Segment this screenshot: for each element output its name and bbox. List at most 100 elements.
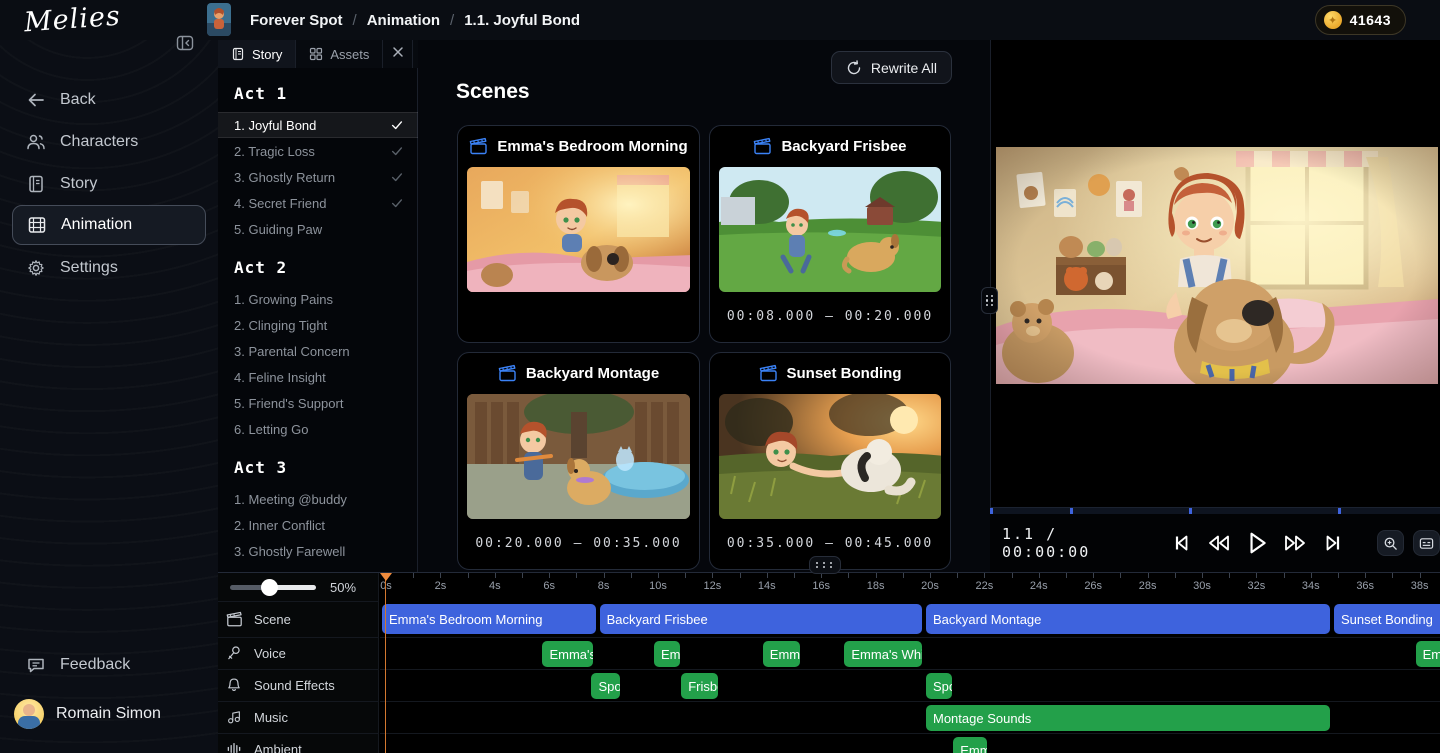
story-scene-item[interactable]: 4. Secret Friend: [218, 190, 418, 216]
timeline-clip-sound-effects[interactable]: Frisbe: [681, 673, 718, 699]
story-scene-item[interactable]: 5. Friend's Support: [218, 390, 418, 416]
story-scene-label: 4. New Beginning: [234, 570, 336, 573]
act-header: Act 1: [218, 68, 418, 112]
timeline-clip-music[interactable]: Montage Sounds: [926, 705, 1330, 731]
story-scene-item[interactable]: 3. Ghostly Farewell: [218, 538, 418, 564]
breadcrumb-scene[interactable]: 1.1. Joyful Bond: [464, 12, 580, 29]
scene-card-backyard-montage[interactable]: Backyard Montage: [457, 352, 700, 570]
story-scene-item[interactable]: 2. Inner Conflict: [218, 512, 418, 538]
timeline-clip-sound-effects[interactable]: Spo: [591, 673, 620, 699]
tab-assets[interactable]: Assets: [296, 40, 383, 68]
user-menu[interactable]: Romain Simon: [14, 692, 208, 736]
story-scene-item[interactable]: 5. Guiding Paw: [218, 216, 418, 242]
tab-story[interactable]: Story: [218, 40, 296, 68]
story-scene-item[interactable]: 4. Feline Insight: [218, 364, 418, 390]
story-scene-item[interactable]: 6. Letting Go: [218, 416, 418, 442]
timeline-track-labels: 50% Scene Voice Sound Effects Mu: [218, 573, 379, 753]
timeline-clip-scene[interactable]: Backyard Montage: [926, 604, 1330, 634]
gear-icon: [26, 258, 46, 278]
rewrite-icon: [846, 60, 862, 76]
timeline-clip-scene[interactable]: Sunset Bonding: [1334, 604, 1440, 634]
sidebar-item-label: Feedback: [60, 656, 130, 674]
story-scene-item[interactable]: 2. Clinging Tight: [218, 312, 418, 338]
story-scene-item[interactable]: 4. New Beginning: [218, 564, 418, 572]
fast-forward-button[interactable]: [1281, 529, 1309, 557]
ruler-tick: [767, 573, 768, 578]
breadcrumb-section[interactable]: Animation: [367, 12, 440, 29]
ruler-tick: [794, 573, 795, 578]
panel-resize-handle-vertical[interactable]: [981, 287, 998, 314]
ruler-tick-label: 26s: [1076, 580, 1110, 592]
coin-icon: ✦: [1324, 11, 1342, 29]
panel-resize-handle-horizontal[interactable]: [809, 556, 841, 574]
story-scene-label: 2. Clinging Tight: [234, 318, 327, 333]
clapperboard-icon: [759, 364, 778, 383]
sidebar-item-characters[interactable]: Characters: [12, 122, 206, 162]
story-scene-label: 3. Ghostly Farewell: [234, 544, 345, 559]
timecode-display: 1.1 / 00:00:00: [1002, 525, 1141, 561]
ruler-tick: [549, 573, 550, 578]
story-scene-item[interactable]: 1. Growing Pains: [218, 286, 418, 312]
credits-badge[interactable]: ✦ 41643: [1315, 5, 1406, 35]
story-scene-item[interactable]: 1. Meeting @buddy: [218, 486, 418, 512]
story-scene-item[interactable]: 2. Tragic Loss: [218, 138, 418, 164]
ruler-tick: [576, 573, 577, 578]
app-logo[interactable]: Melies: [23, 1, 122, 39]
breadcrumb-project[interactable]: Forever Spot: [250, 12, 343, 29]
rewrite-all-label: Rewrite All: [871, 60, 937, 76]
zoom-in-icon[interactable]: [1377, 530, 1404, 556]
ruler-tick-label: 22s: [967, 580, 1001, 592]
act-header: Act 2: [218, 242, 418, 286]
act-header: Act 3: [218, 442, 418, 486]
sidebar-item-animation[interactable]: Animation: [12, 205, 206, 245]
sidebar-item-settings[interactable]: Settings: [12, 248, 206, 288]
ruler-tick: [1420, 573, 1421, 578]
ruler-tick: [413, 573, 414, 578]
story-scene-item[interactable]: 1. Joyful Bond: [218, 112, 418, 138]
scene-card-backyard-frisbee[interactable]: Backyard Frisbee: [709, 125, 951, 343]
sidebar-item-label: Characters: [60, 133, 138, 151]
playhead[interactable]: [380, 573, 392, 581]
play-button[interactable]: [1243, 529, 1271, 557]
ruler-tick-label: 16s: [804, 580, 838, 592]
arrow-left-icon: [26, 90, 46, 110]
timeline-clip-scene[interactable]: Emma's Bedroom Morning: [382, 604, 596, 634]
timeline-zoom-slider[interactable]: [230, 579, 316, 595]
close-panel-button[interactable]: [383, 40, 413, 68]
sidebar-item-story[interactable]: Story: [12, 164, 206, 204]
ruler-tick: [495, 573, 496, 578]
scene-card-emmas-bedroom-morning[interactable]: Emma's Bedroom Morning: [457, 125, 700, 343]
timeline-clip-voice[interactable]: Emma's Whis: [844, 641, 922, 667]
ruler-tick-label: 24s: [1022, 580, 1056, 592]
skip-start-button[interactable]: [1167, 529, 1195, 557]
waveform-icon: [226, 741, 243, 753]
timeline-clip-voice[interactable]: Emma: [654, 641, 680, 667]
captions-icon[interactable]: [1413, 530, 1440, 556]
zoom-slider-knob[interactable]: [261, 579, 278, 596]
timeline-clip-sound-effects[interactable]: Spo: [926, 673, 952, 699]
scene-thumbnail-montage: [467, 394, 690, 519]
video-preview: [996, 147, 1438, 384]
skip-end-button[interactable]: [1319, 529, 1347, 557]
timeline-clip-ambient[interactable]: Emma: [953, 737, 987, 753]
scene-card-sunset-bonding[interactable]: Sunset Bonding: [709, 352, 951, 570]
scene-card-timecode: [458, 292, 699, 340]
timeline-clip-voice[interactable]: Emma: [763, 641, 800, 667]
preview-scrubber[interactable]: [990, 507, 1440, 514]
project-thumbnail[interactable]: [207, 3, 231, 36]
clapperboard-icon: [469, 137, 488, 156]
timeline-clip-scene[interactable]: Backyard Frisbee: [600, 604, 922, 634]
story-scene-item[interactable]: 3. Ghostly Return: [218, 164, 418, 190]
timeline-clip-voice[interactable]: Emma's: [542, 641, 592, 667]
collapse-panel-icon[interactable]: [175, 33, 195, 53]
story-scene-label: 3. Parental Concern: [234, 344, 350, 359]
ruler-tick: [1148, 573, 1149, 578]
rewind-button[interactable]: [1205, 529, 1233, 557]
ruler-tick: [957, 573, 958, 578]
rewrite-all-button[interactable]: Rewrite All: [831, 51, 952, 84]
story-scene-item[interactable]: 3. Parental Concern: [218, 338, 418, 364]
timeline-clip-voice[interactable]: Em: [1416, 641, 1440, 667]
timeline-ruler[interactable]: 0s2s4s6s8s10s12s14s16s18s20s22s24s26s28s…: [380, 573, 1440, 601]
sidebar-item-back[interactable]: Back: [12, 80, 206, 120]
sidebar-item-feedback[interactable]: Feedback: [12, 645, 206, 685]
